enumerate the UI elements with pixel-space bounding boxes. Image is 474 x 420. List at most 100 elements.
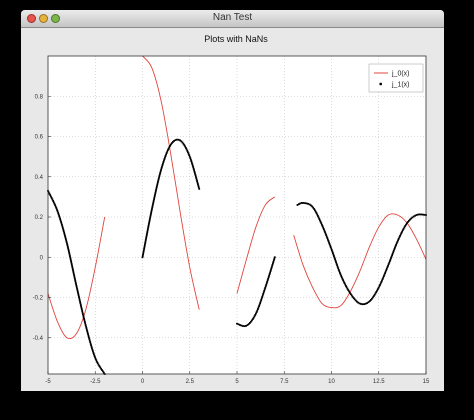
data-point [80,306,83,309]
data-point [142,250,145,252]
data-point [89,341,92,343]
data-point [418,213,421,216]
window-title: Nan Test [212,12,253,23]
data-point [82,314,85,317]
data-point [156,181,159,183]
data-point [299,202,302,205]
data-point [75,286,78,289]
data-point [240,324,243,327]
y-tick-label: 0.2 [35,215,44,221]
data-point [87,334,90,337]
data-point [81,310,84,312]
app-window: Nan Test Plots with NaNs -5 -2.5 0 2.5 5 7.5 1… [21,10,444,391]
data-point [62,230,65,233]
data-point [191,163,194,166]
data-point [58,216,61,219]
data-point [64,238,67,240]
data-point [76,289,79,292]
data-point [195,177,198,179]
data-point [76,288,79,290]
data-point [64,236,67,239]
data-point [243,325,246,328]
data-point [423,213,426,216]
data-point [59,219,62,222]
data-point [73,274,75,276]
data-point [74,278,76,281]
data-point [151,204,154,207]
data-point [148,220,151,223]
data-point [89,342,92,345]
data-point [74,280,77,283]
data-point [70,259,72,262]
x-tick-label: 12.5 [373,379,385,385]
data-point [75,284,78,287]
data-point [158,173,161,176]
data-point [82,313,84,315]
data-point [145,234,148,237]
data-point [84,322,87,325]
data-point [242,325,244,327]
data-point [79,300,81,303]
data-point [197,183,199,186]
data-point [148,218,151,221]
data-point [141,254,144,257]
legend-label: j_0(x) [391,71,410,78]
data-point [72,269,74,272]
data-point [63,233,66,236]
data-point [198,187,201,190]
data-point [420,213,423,216]
data-point [145,235,148,238]
data-point [71,266,74,268]
data-point [144,239,147,241]
data-point [157,178,160,180]
data-point [157,179,160,182]
data-point [150,209,153,212]
data-point [74,281,77,284]
data-point [361,303,364,306]
data-point [272,262,274,265]
data-point [78,295,80,298]
data-point [83,319,86,322]
data-point [81,311,84,314]
data-point [142,253,145,256]
data-point [64,234,66,237]
data-point [197,186,200,189]
data-point [152,201,155,204]
data-point [151,207,153,210]
y-tick-label: 0.8 [35,94,44,100]
data-point [73,277,76,279]
data-point [143,248,145,251]
data-point [75,283,77,286]
data-point [67,248,70,251]
data-point [160,167,163,170]
data-point [87,336,90,339]
data-point [69,258,72,261]
plot-title: Plots with NaNs [204,34,268,44]
data-point [194,174,197,176]
data-point [271,265,273,268]
data-point [62,228,65,231]
data-point [273,256,276,259]
data-point [159,171,162,174]
legend-swatch-marker [379,82,382,86]
data-point [360,303,362,305]
data-point [76,291,79,294]
data-point [70,263,73,265]
data-point [176,138,178,141]
data-point [155,185,158,188]
data-point [82,316,85,319]
data-point [271,264,274,266]
data-point [86,331,89,334]
data-point [68,252,71,254]
data-point [192,166,195,169]
data-point [145,237,147,240]
data-point [151,206,154,208]
plot-canvas: Plots with NaNs -5 -2.5 0 2.5 5 7.5 10 12.5 15-0… [21,28,444,391]
data-point [154,190,157,193]
data-point [141,256,144,259]
data-point [147,223,150,226]
data-point [69,255,71,257]
title-bar[interactable]: Nan Test [21,10,444,28]
data-point [146,229,149,232]
data-point [267,276,270,279]
